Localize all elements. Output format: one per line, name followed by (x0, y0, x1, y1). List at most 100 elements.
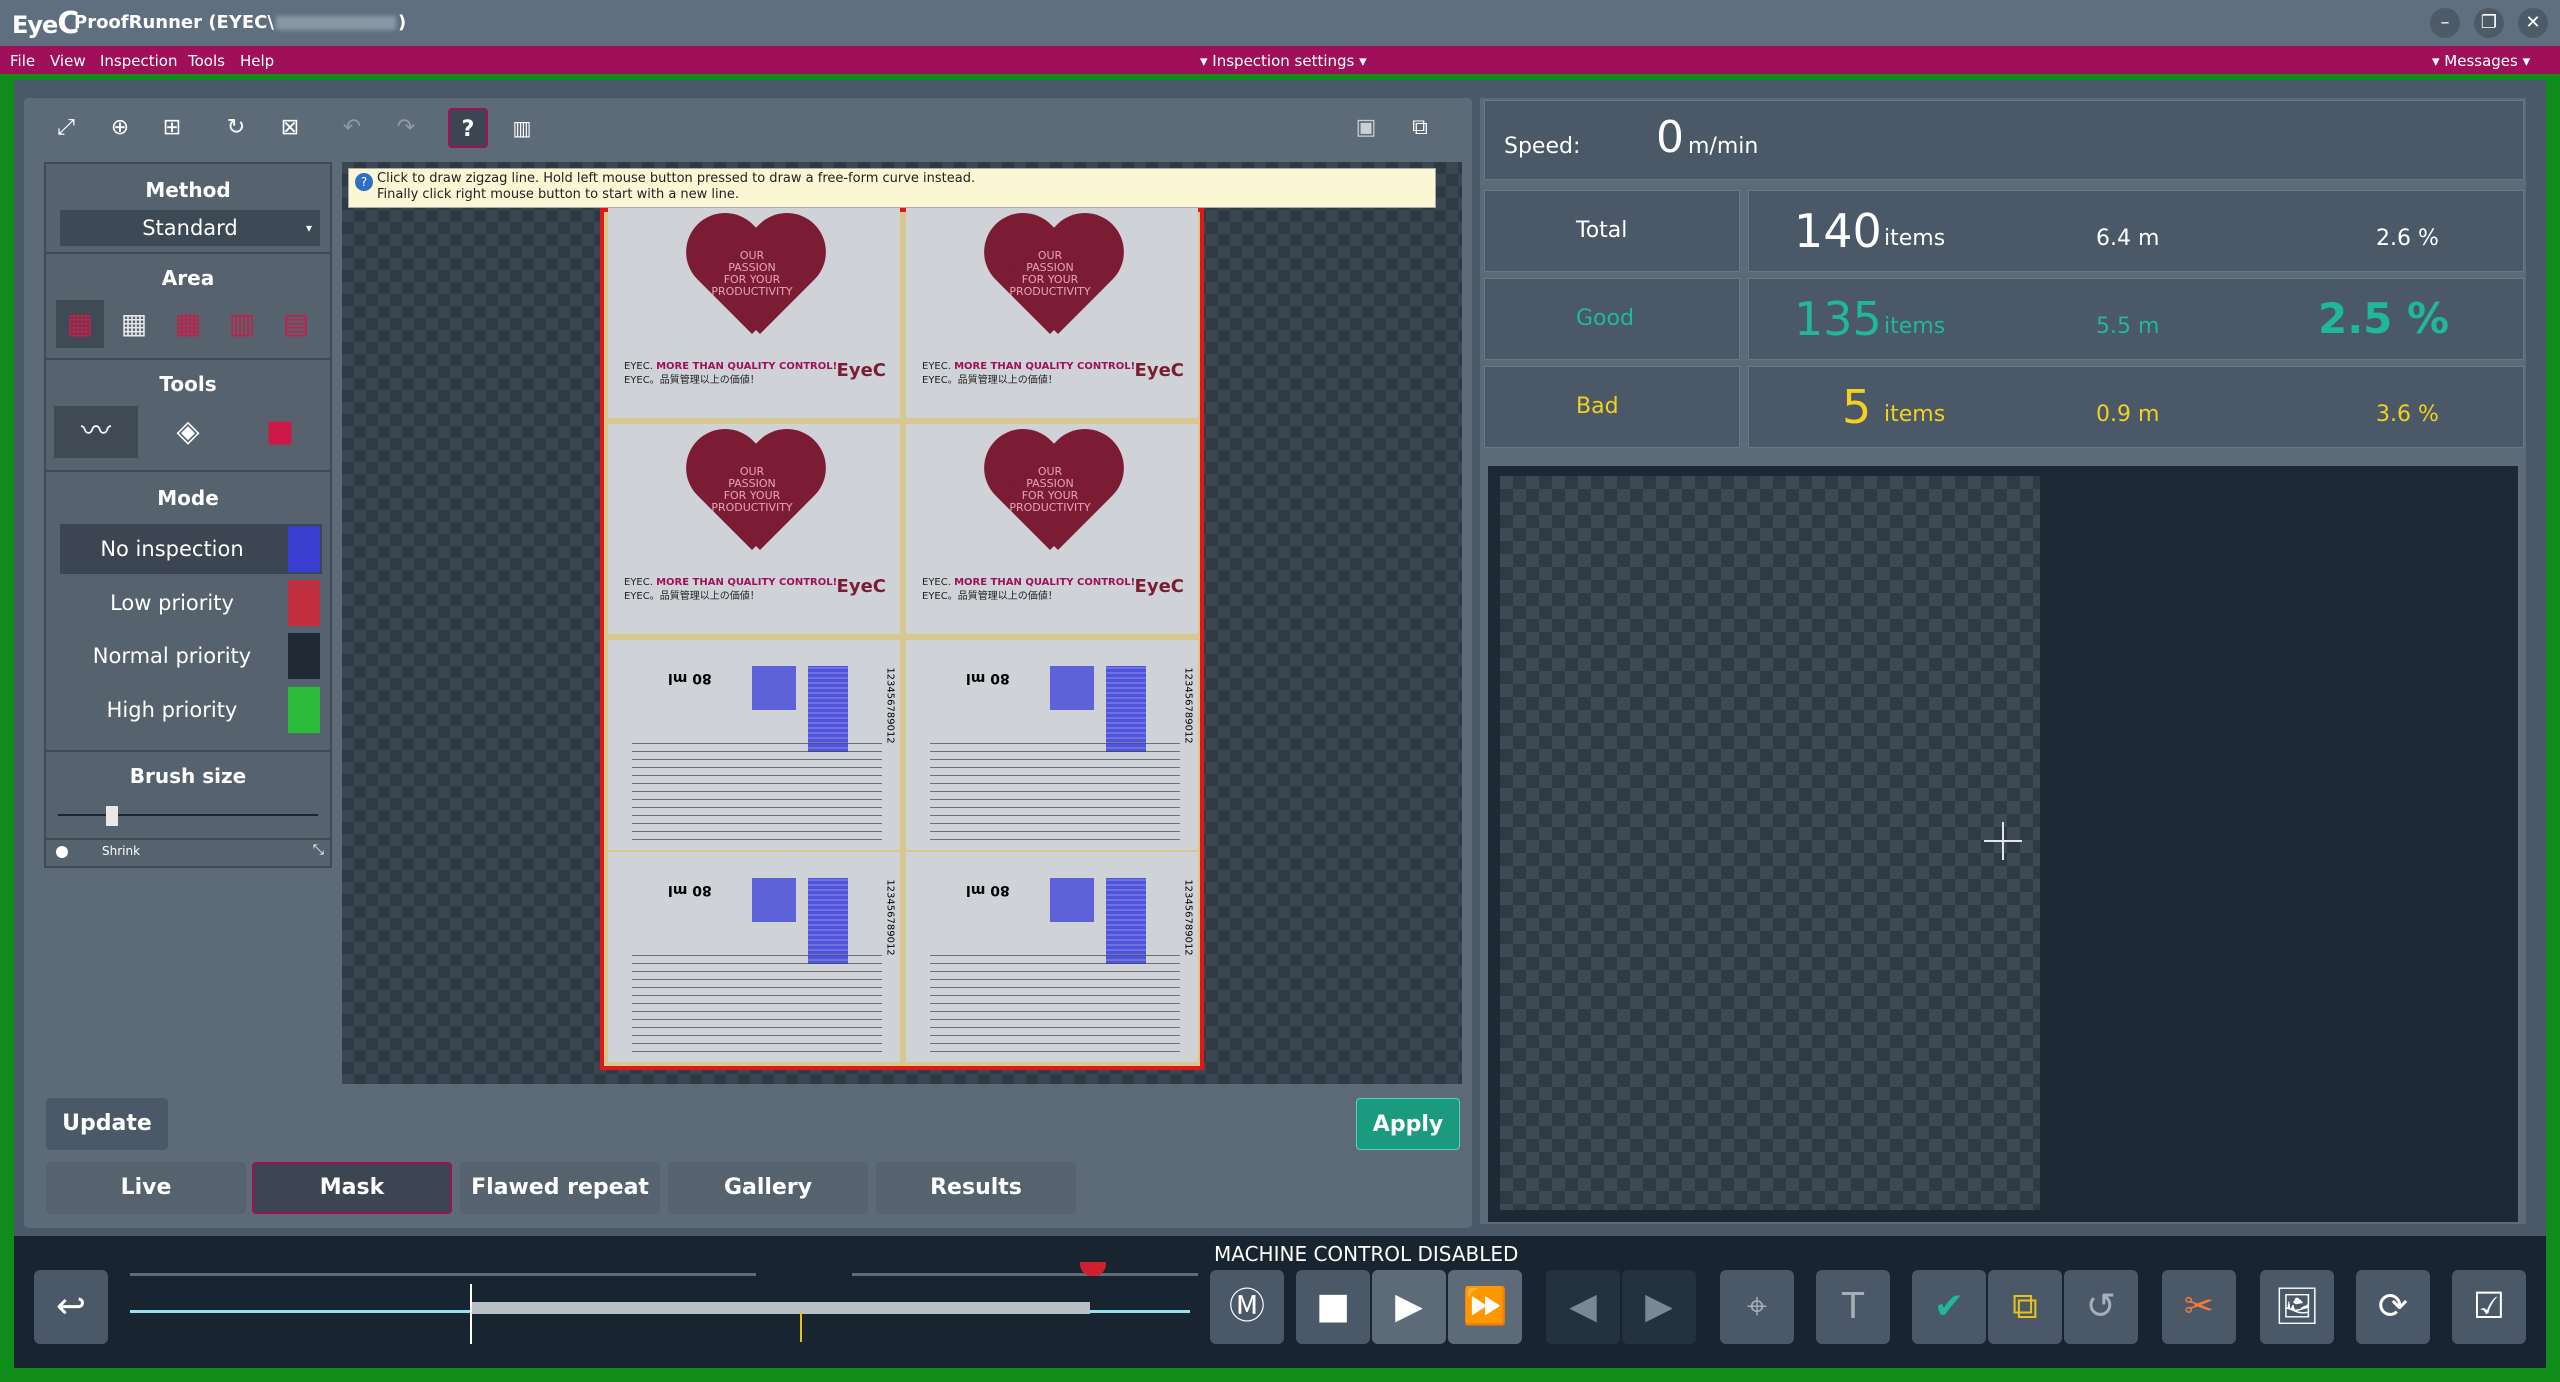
link-icon[interactable]: ⧉ (1988, 1270, 2062, 1344)
area-all-icon[interactable]: ▦ (56, 300, 104, 348)
tab-mask[interactable]: Mask (252, 1162, 452, 1214)
undo-icon[interactable]: ↶ (332, 108, 372, 148)
redacted-user (275, 16, 396, 30)
good-count: 135 (1794, 292, 1882, 346)
clipboard-check-icon[interactable]: ☑ (2452, 1270, 2526, 1344)
brush-size-track (58, 814, 318, 816)
mode-normal-priority[interactable]: Normal priority (60, 631, 322, 681)
good-label: Good (1576, 306, 1634, 331)
mode-high-priority[interactable]: High priority (60, 685, 322, 735)
area-row-icon[interactable]: ▤ (272, 300, 320, 348)
editor-toolbar: ⤢ ⊕ ⊞ ↻ ⊠ ↶ ↷ ? ▥ ▣ ⧉ (38, 104, 1470, 154)
fill-tool-icon[interactable]: ◈ (146, 406, 230, 458)
total-count: 140 (1794, 204, 1882, 258)
speed-label: Speed: (1504, 134, 1581, 159)
bad-length: 0.9 m (2096, 402, 2160, 427)
label-back: 80 ml 123456789012 (608, 852, 900, 1062)
brush-size-title: Brush size (129, 764, 247, 788)
label-back: 80 ml 123456789012 (608, 640, 900, 850)
tab-results[interactable]: Results (876, 1162, 1076, 1214)
label-back: 80 ml 123456789012 (906, 640, 1198, 850)
recorded-range (470, 1302, 1090, 1314)
method-dropdown[interactable]: Standard ▾ (60, 210, 320, 246)
save-as-icon[interactable]: ⧉ (1400, 108, 1440, 148)
cut-icon[interactable]: ✂ (2162, 1270, 2236, 1344)
manual-mode-icon[interactable]: Ⓜ (1210, 1270, 1284, 1344)
minimize-icon[interactable]: – (2430, 8, 2460, 38)
previous-icon[interactable]: ◀ (1546, 1270, 1620, 1344)
label-front: OUR PASSION FOR YOUR PRODUCTIVITY EYEC. MOR… (906, 424, 1198, 634)
timeline-track-upper (130, 1273, 756, 1276)
play-icon[interactable]: ▶ (1372, 1270, 1446, 1344)
help-icon[interactable]: ? (448, 108, 488, 148)
image-icon[interactable]: 🖼 (2260, 1270, 2334, 1344)
brush-tool-icon[interactable]: 〰 (54, 406, 138, 458)
app-logo: EyeC (12, 6, 79, 41)
bad-count: 5 (1842, 380, 1872, 434)
title-bar: EyeC ProofRunner (EYEC\) – ❐ ✕ (0, 0, 2560, 46)
label-back: 80 ml 123456789012 (906, 852, 1198, 1062)
text-icon[interactable]: T (1816, 1270, 1890, 1344)
total-percent: 2.6 % (2376, 226, 2439, 251)
resize-grip-icon[interactable]: ⤡ (313, 842, 324, 858)
menu-file[interactable]: File (10, 52, 35, 70)
close-icon[interactable]: ✕ (2518, 8, 2548, 38)
redo-icon[interactable]: ↷ (386, 108, 426, 148)
mask-settings-panel: Method Standard ▾ Area ▦ ▦ ▦ ▥ ▤ Tools 〰 … (44, 162, 332, 868)
good-unit: items (1884, 314, 1946, 339)
back-icon[interactable]: ↩ (34, 1270, 108, 1344)
tab-live[interactable]: Live (46, 1162, 246, 1214)
zoom-in-icon[interactable]: ⊕ (100, 108, 140, 148)
area-grid-icon[interactable]: ▦ (110, 300, 158, 348)
apply-button[interactable]: Apply (1356, 1098, 1460, 1150)
zoom-area-icon[interactable]: ⊞ (152, 108, 192, 148)
camera-sync-icon[interactable]: ⟳ (2356, 1270, 2430, 1344)
stop-icon[interactable]: ■ (1296, 1270, 1370, 1344)
tab-gallery[interactable]: Gallery (668, 1162, 868, 1214)
mode-low-priority[interactable]: Low priority (60, 578, 322, 628)
method-title: Method (145, 178, 231, 202)
reset-icon[interactable]: ↺ (2064, 1270, 2138, 1344)
machine-status: MACHINE CONTROL DISABLED (1214, 1242, 1519, 1266)
print-sheet: OUR PASSION FOR YOUR PRODUCTIVITY EYEC. MOR… (600, 208, 1204, 1070)
accept-icon[interactable]: ✔ (1912, 1270, 1986, 1344)
good-length: 5.5 m (2096, 314, 2160, 339)
mode-title: Mode (157, 486, 219, 510)
menu-messages[interactable]: ▾ Messages ▾ (2432, 52, 2530, 70)
rectangle-tool-icon[interactable]: ■ (238, 406, 322, 458)
total-length: 6.4 m (2096, 226, 2160, 251)
menu-bar: File View Inspection Tools Help ▾ Inspec… (0, 46, 2560, 74)
target-icon[interactable]: ⌖ (1720, 1270, 1794, 1344)
menu-view[interactable]: View (50, 52, 86, 70)
qr-code (752, 878, 796, 922)
next-icon[interactable]: ▶ (1622, 1270, 1696, 1344)
refresh-icon[interactable]: ↻ (216, 108, 256, 148)
bad-unit: items (1884, 402, 1946, 427)
shrink-radio[interactable] (56, 846, 68, 858)
barcode-icon[interactable]: ▥ (502, 108, 542, 148)
area-column-icon[interactable]: ▥ (218, 300, 266, 348)
speed-box (1484, 100, 2524, 180)
total-label: Total (1576, 218, 1628, 243)
fit-screen-icon[interactable]: ⤢ (46, 108, 86, 148)
chevron-down-icon: ▾ (305, 221, 312, 235)
save-icon[interactable]: ▣ (1346, 108, 1386, 148)
bad-label: Bad (1576, 394, 1619, 419)
restore-icon[interactable]: ❐ (2474, 8, 2504, 38)
mode-no-inspection[interactable]: No inspection (60, 524, 322, 574)
fast-forward-icon[interactable]: ⏩ (1448, 1270, 1522, 1344)
update-button[interactable]: Update (46, 1098, 168, 1150)
area-title: Area (161, 266, 215, 290)
brush-size-slider[interactable] (106, 806, 118, 826)
area-cell-icon[interactable]: ▦ (164, 300, 212, 348)
label-front: OUR PASSION FOR YOUR PRODUCTIVITY EYEC. MOR… (608, 208, 900, 418)
menu-help[interactable]: Help (240, 52, 274, 70)
clear-icon[interactable]: ⊠ (270, 108, 310, 148)
menu-inspection-settings[interactable]: ▾ Inspection settings ▾ (1200, 52, 1367, 70)
menu-tools[interactable]: Tools (188, 52, 225, 70)
menu-inspection[interactable]: Inspection (100, 52, 177, 70)
timeline-cursor[interactable] (470, 1284, 472, 1344)
tab-flawed-repeat[interactable]: Flawed repeat (460, 1162, 660, 1214)
shrink-label: Shrink (102, 844, 141, 858)
drawing-hint-tooltip: ? Click to draw zigzag line. Hold left m… (348, 168, 1436, 208)
